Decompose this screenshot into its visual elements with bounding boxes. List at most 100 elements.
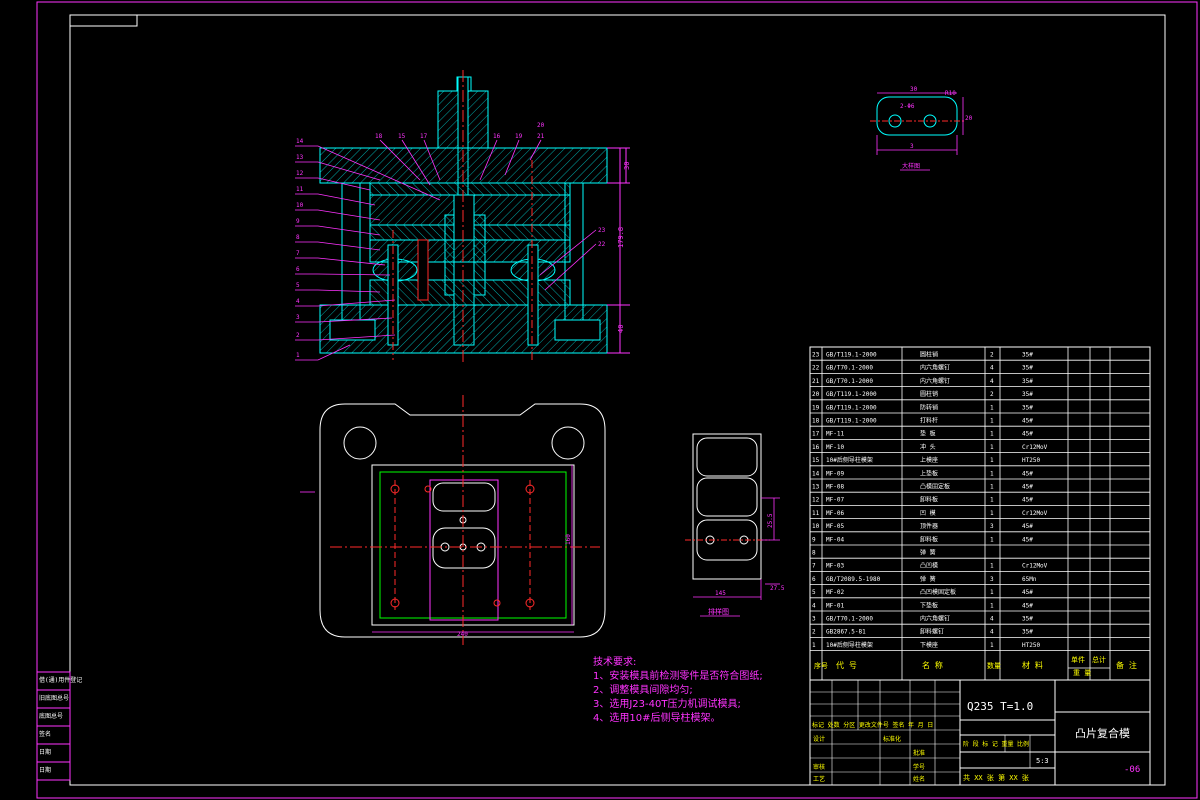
top-callout-20: 20 (537, 122, 545, 129)
bom-cell-code: MF-03 (826, 563, 844, 570)
bom-header-no: 序号 (814, 661, 828, 670)
bom-cell-no: 10 (812, 523, 820, 530)
bom-cell-qty: 1 (990, 484, 994, 491)
blank-part-view: 30 R10 2-Φ6 20 3 大样图 (870, 86, 973, 171)
strip-layout-view: 25.5 145 27.5 排样图 (685, 433, 785, 617)
bom-cell-name: 弹 簧 (920, 549, 936, 557)
callout-5: 5 (296, 282, 300, 289)
role-review: 审核 (813, 763, 825, 771)
bom-cell-no: 9 (812, 536, 816, 543)
callout-7: 7 (296, 250, 300, 257)
bom-cell-material: 45# (1022, 536, 1033, 543)
bom-header-name: 名 称 (922, 660, 943, 670)
bom-cell-qty: 1 (990, 642, 994, 649)
bom-cell-material: Cr12MoV (1022, 444, 1048, 451)
bom-cell-qty: 2 (990, 391, 994, 398)
callout-14: 14 (296, 138, 304, 145)
bom-cell-qty: 1 (990, 536, 994, 543)
role-design: 设计 (813, 735, 825, 743)
blank-dim-holes: 2-Φ6 (900, 103, 915, 110)
blank-view-label: 大样图 (902, 162, 920, 170)
bom-cell-name: 圆柱销 (920, 351, 938, 359)
bom-cell-material: 45# (1022, 418, 1033, 425)
bom-cell-code: MF-07 (826, 497, 844, 504)
bom-cell-name: 凸凹模固定板 (920, 588, 956, 596)
bom-cell-qty: 1 (990, 404, 994, 411)
role-col-2: 学号 (913, 763, 925, 771)
bom-cell-no: 4 (812, 602, 816, 609)
bom-cell-code: 10#后侧导柱模架 (826, 641, 873, 649)
bom-cell-qty: 3 (990, 523, 994, 530)
bom-cell-code: MF-01 (826, 602, 844, 609)
bom-cell-code: GB2867.5-81 (826, 629, 866, 636)
bom-cell-code: MF-09 (826, 470, 844, 477)
bom-cell-material: 35# (1022, 404, 1033, 411)
bom-cell-name: 圆柱销 (920, 390, 938, 398)
top-callout-19: 19 (515, 133, 523, 140)
technical-requirements: 技术要求: 1、安装模具前检测零件是否符合图纸; 2、调整模具间隙均匀; 3、选… (593, 656, 763, 726)
bom-cell-qty: 1 (990, 497, 994, 504)
tech-req-item: 3、选用J23-40T压力机调试模具; (593, 699, 741, 710)
bom-cell-qty: 4 (990, 365, 994, 372)
bom-header-unit: 单件 (1071, 655, 1085, 664)
role-col-3: 姓名 (913, 775, 925, 783)
revision-row: 标记 处数 分区 更改文件号 签名 年 月 日 (812, 721, 933, 729)
bom-cell-code: GB/T70.1-2000 (826, 365, 873, 372)
bom-cell-qty: 1 (990, 431, 994, 438)
bom-cell-material: Cr12MoV (1022, 563, 1048, 570)
layout-view-label: 排样图 (708, 607, 729, 616)
bom-cell-code: GB/T119.1-2000 (826, 404, 877, 411)
bom-header-material: 材 料 (1022, 660, 1043, 670)
bom-cell-code: GB/T119.1-2000 (826, 352, 877, 359)
side-label-0: 借(通)用件登记 (39, 676, 82, 684)
bom-cell-name: 凸凹模 (920, 562, 938, 570)
stage-row: 阶 段 标 记 重量 比例 (963, 740, 1029, 748)
tech-req-item: 2、调整模具间隙均匀; (593, 685, 693, 696)
side-label-3: 签名 (39, 730, 51, 738)
bom-cell-material: 35# (1022, 378, 1033, 385)
bom-cell-no: 1 (812, 642, 816, 649)
front-dim-top: 30 (623, 162, 631, 170)
bom-cell-name: 卸料板 (920, 496, 938, 504)
plan-view: 240 160 (300, 395, 606, 645)
bom-cell-code: MF-05 (826, 523, 844, 530)
bom-cell-material: Cr12MoV (1022, 510, 1048, 517)
bom-cell-name: 卸料螺钉 (920, 628, 944, 636)
bom-cell-code: MF-08 (826, 484, 844, 491)
top-callout-17: 17 (420, 133, 428, 140)
bom-cell-no: 11 (812, 510, 820, 517)
bom-cell-qty: 1 (990, 602, 994, 609)
bom-cell-qty: 1 (990, 589, 994, 596)
bom-cell-qty: 4 (990, 378, 994, 385)
bom-cell-code: MF-06 (826, 510, 844, 517)
bom-cell-code: GB/T119.1-2000 (826, 391, 877, 398)
bom-header-weight: 重 量 (1073, 669, 1091, 677)
blank-dim-length: 30 (910, 86, 918, 93)
bom-cell-no: 8 (812, 550, 816, 557)
bom-cell-no: 18 (812, 418, 820, 425)
bom-cell-code: MF-02 (826, 589, 844, 596)
bom-cell-code: GB/T70.1-2000 (826, 378, 873, 385)
blank-dim-width: 20 (965, 115, 973, 122)
drawing-code: -06 (1124, 765, 1140, 775)
tech-req-item: 4、选用10#后侧导柱模架。 (593, 713, 721, 724)
bom-header-total: 总计 (1092, 655, 1106, 664)
bom-cell-material: 45# (1022, 484, 1033, 491)
bom-cell-qty: 1 (990, 444, 994, 451)
callout-8: 8 (296, 234, 300, 241)
bom-cell-no: 15 (812, 457, 820, 464)
right-callout-23: 23 (598, 227, 606, 234)
bom-cell-material: 45# (1022, 589, 1033, 596)
scale: 5:3 (1036, 757, 1049, 765)
bom-cell-no: 16 (812, 444, 820, 451)
bom-cell-no: 21 (812, 378, 820, 385)
bom-cell-no: 13 (812, 484, 820, 491)
bom-cell-name: 凹 模 (920, 509, 936, 517)
bom-cell-material: 35# (1022, 365, 1033, 372)
bom-header-remark: 备 注 (1116, 660, 1137, 670)
side-label-1: 旧底图总号 (39, 694, 69, 702)
callout-10: 10 (296, 202, 304, 209)
top-callout-16: 16 (493, 133, 501, 140)
callout-3: 3 (296, 314, 300, 321)
bom-cell-code: MF-04 (826, 536, 844, 543)
